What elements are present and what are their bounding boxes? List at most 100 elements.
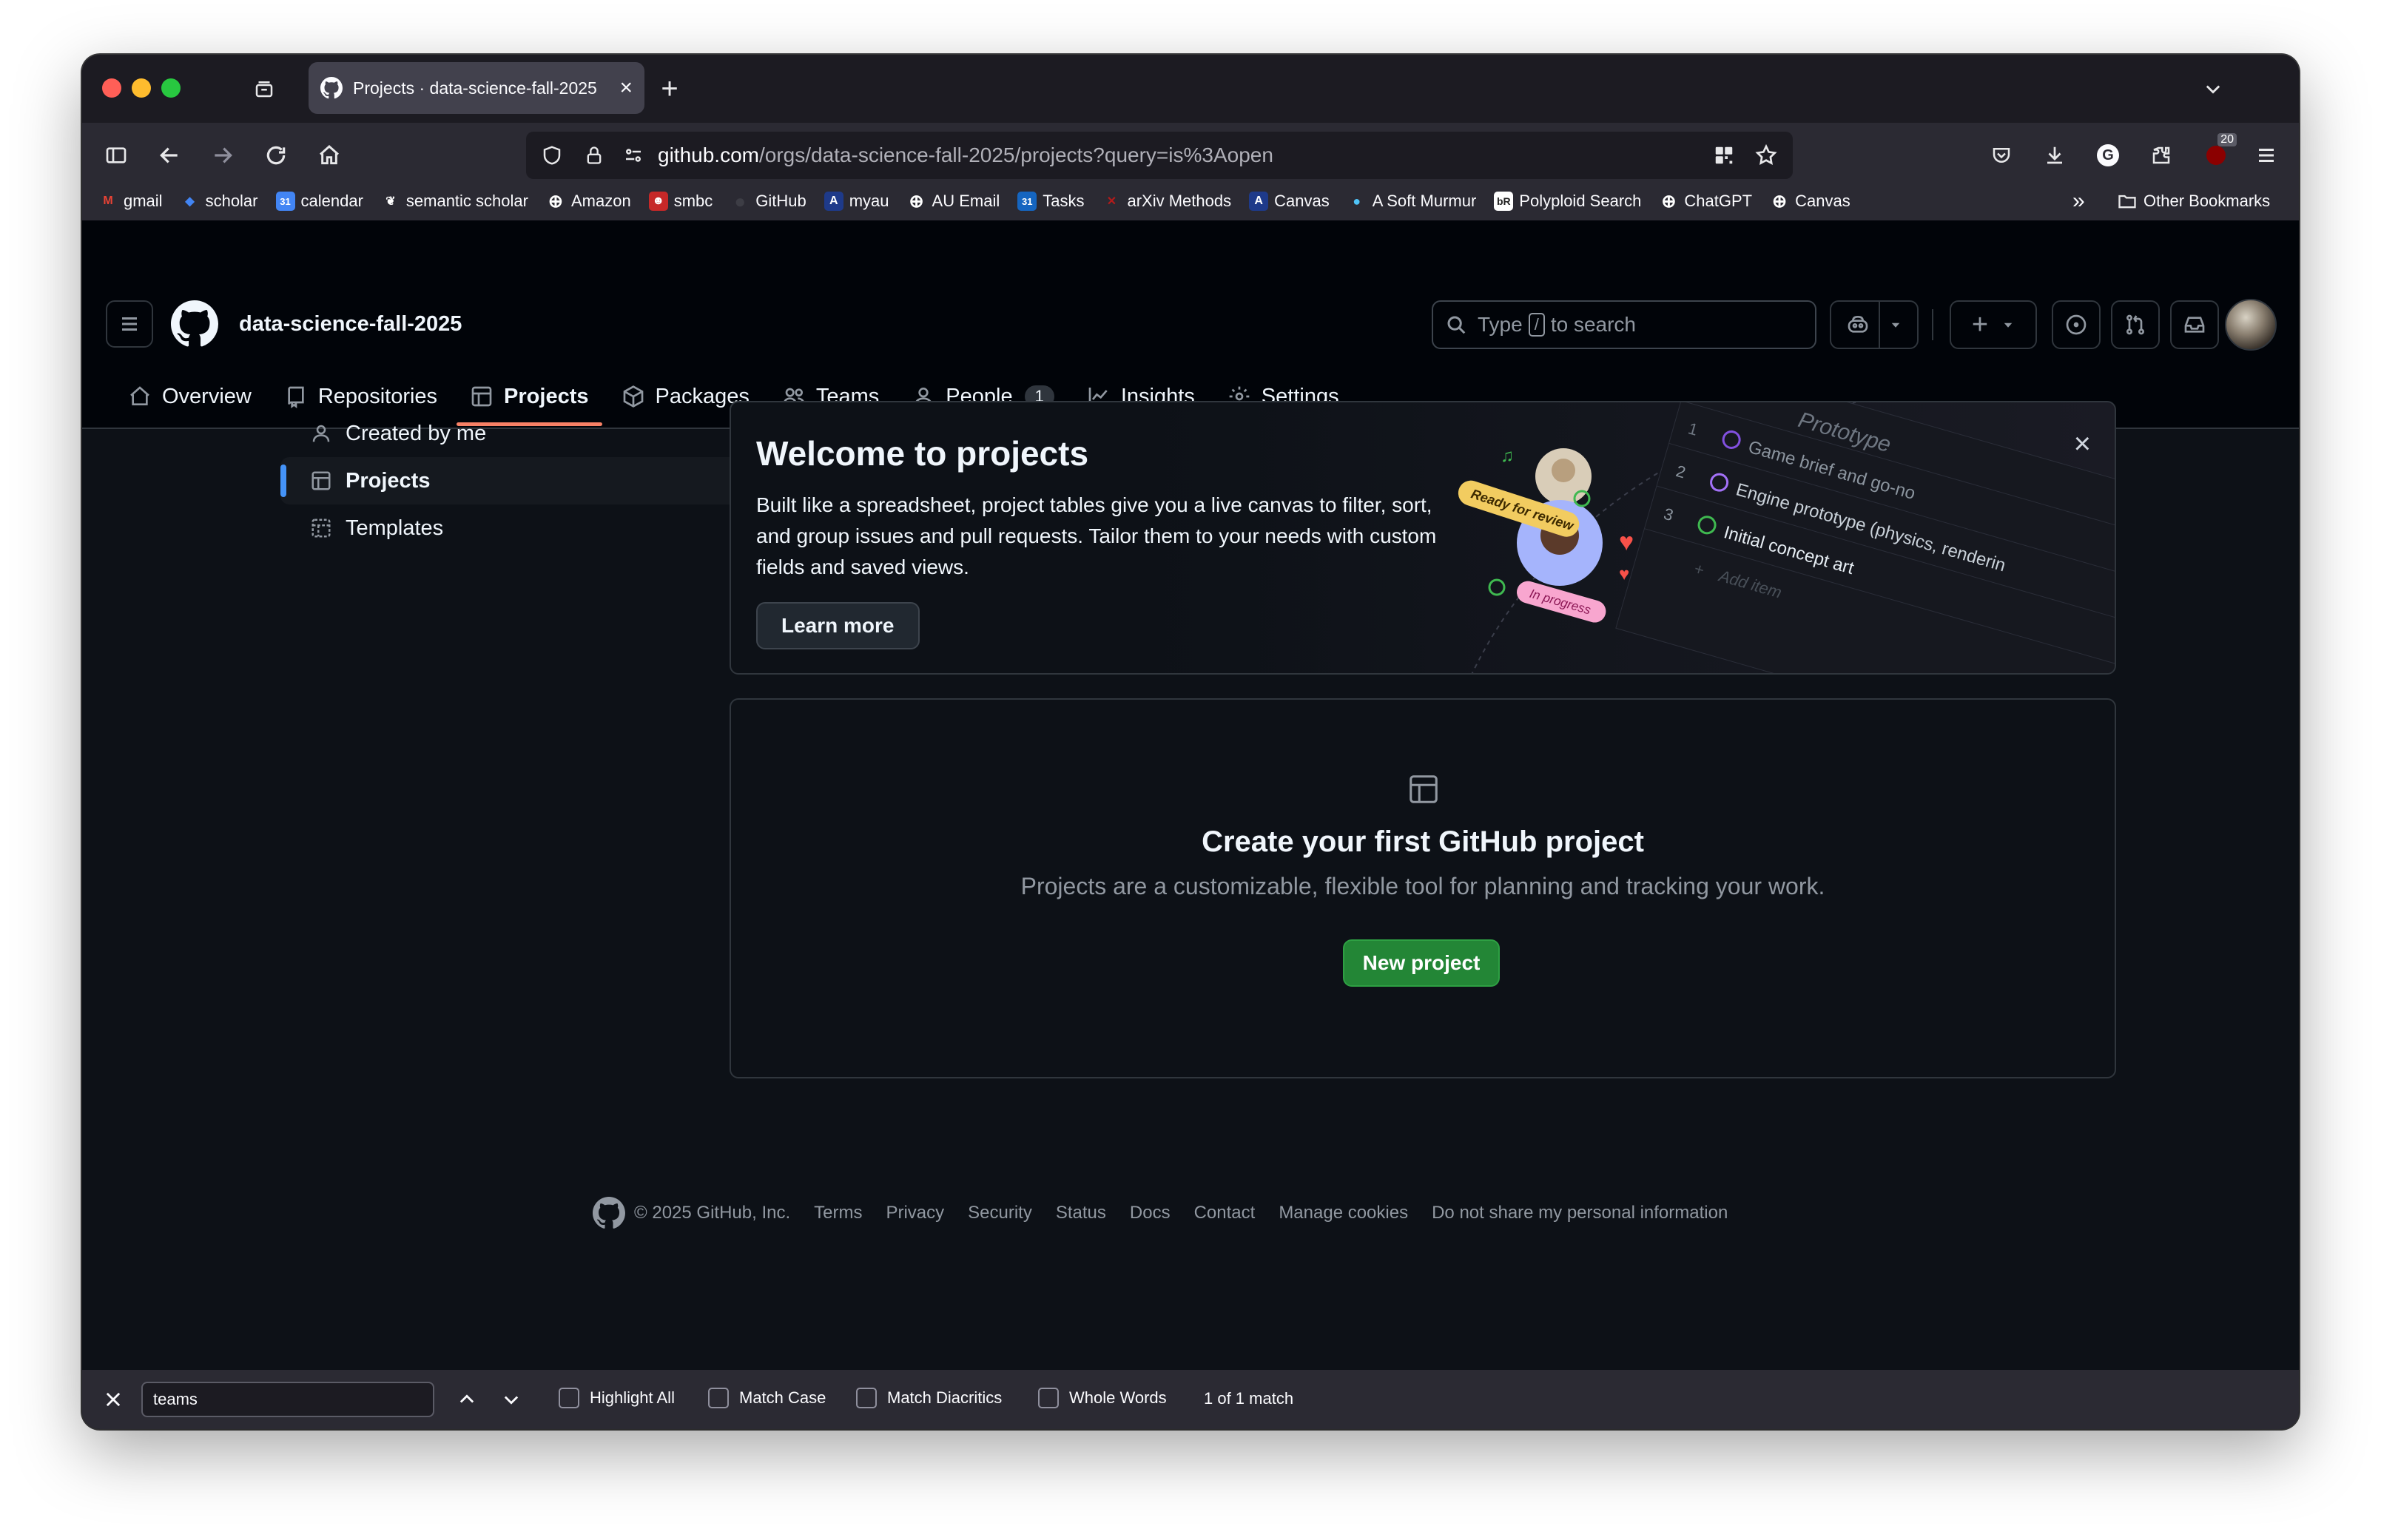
footer-link-do-not-share[interactable]: Do not share my personal information bbox=[1432, 1203, 1728, 1223]
tab-groups-icon[interactable] bbox=[249, 74, 279, 104]
tab-overview[interactable]: Overview bbox=[115, 367, 265, 426]
list-tabs-icon[interactable] bbox=[2198, 74, 2228, 104]
footer-link-security[interactable]: Security bbox=[968, 1203, 1032, 1223]
bookmark-item[interactable]: Mgmail bbox=[98, 192, 162, 211]
bookmark-item[interactable]: ✕ arXiv Methods bbox=[1102, 192, 1231, 211]
new-tab-icon[interactable]: + bbox=[653, 72, 686, 105]
tab-active[interactable]: Projects · data-science-fall-2025 × bbox=[309, 62, 644, 114]
bookmark-item[interactable]: ☻ smbc bbox=[648, 192, 713, 211]
home-icon[interactable] bbox=[314, 141, 344, 170]
extensions-icon[interactable] bbox=[2146, 141, 2176, 170]
url-text[interactable]: github.com/orgs/data-science-fall-2025/p… bbox=[658, 143, 1273, 167]
bookmark-item[interactable]: ● GitHub bbox=[730, 189, 806, 212]
copilot-button[interactable] bbox=[1830, 300, 1919, 349]
match-diacritics-checkbox[interactable]: Match Diacritics bbox=[856, 1388, 1002, 1408]
pocket-icon[interactable] bbox=[1987, 141, 2016, 170]
bookmark-item[interactable]: 31 calendar bbox=[275, 192, 363, 211]
inbox-button[interactable] bbox=[2170, 300, 2219, 349]
footer-link-manage-cookies[interactable]: Manage cookies bbox=[1279, 1203, 1408, 1223]
avatar[interactable] bbox=[2225, 299, 2277, 351]
minimize-window-button[interactable] bbox=[132, 78, 151, 98]
close-window-button[interactable] bbox=[102, 78, 121, 98]
whole-words-checkbox[interactable]: Whole Words bbox=[1038, 1388, 1167, 1408]
close-findbar-icon[interactable] bbox=[98, 1385, 128, 1414]
github-logo-icon[interactable] bbox=[593, 1197, 625, 1229]
find-input[interactable] bbox=[141, 1382, 434, 1417]
sidebar-item-created-by-me[interactable]: Created by me bbox=[280, 410, 754, 457]
footer-link-contact[interactable]: Contact bbox=[1194, 1203, 1256, 1223]
table-icon bbox=[311, 471, 331, 490]
close-banner-icon[interactable]: × bbox=[2074, 429, 2091, 459]
person-icon bbox=[312, 425, 330, 442]
bookmark-item[interactable]: A Canvas bbox=[1249, 192, 1330, 211]
footer-link-terms[interactable]: Terms bbox=[814, 1203, 862, 1223]
sidebar-toggle-icon[interactable] bbox=[101, 141, 131, 170]
bookmark-item[interactable]: ⊕ ChatGPT bbox=[1659, 191, 1752, 212]
globe-icon: ⊕ bbox=[1661, 191, 1677, 212]
gmail-icon: M bbox=[103, 195, 113, 207]
sidebar-item-templates[interactable]: Templates bbox=[280, 504, 754, 552]
polyploid-icon: bR bbox=[1494, 192, 1514, 211]
find-previous-icon[interactable] bbox=[452, 1385, 482, 1414]
bookmarks-toolbar: Mgmail ◆ scholar 31 calendar ❦ semantic sch… bbox=[82, 182, 2299, 220]
url-bar[interactable]: github.com/orgs/data-science-fall-2025/p… bbox=[526, 132, 1793, 179]
sidebar-item-projects[interactable]: Projects bbox=[280, 457, 754, 504]
bookmark-item[interactable]: ⊕ Amazon bbox=[546, 192, 631, 212]
github-header: data-science-fall-2025 Type / to search + bbox=[82, 220, 2299, 429]
github-icon: ● bbox=[734, 189, 747, 212]
grammarly-icon[interactable]: G bbox=[2093, 141, 2123, 170]
bookmark-item[interactable]: 31 Tasks bbox=[1017, 192, 1084, 211]
learn-more-button[interactable]: Learn more bbox=[756, 602, 920, 649]
pull-request-icon bbox=[2126, 314, 2144, 335]
svg-text:♥: ♥ bbox=[1619, 564, 1629, 584]
table-icon bbox=[1410, 775, 1438, 803]
create-new-button[interactable]: + bbox=[1950, 300, 2037, 349]
bookmark-item[interactable]: Amyau bbox=[824, 192, 889, 211]
bookmark-item[interactable]: ❦ semantic scholar bbox=[381, 192, 528, 211]
globe-icon: ⊕ bbox=[1772, 191, 1788, 212]
scholar-icon: ◆ bbox=[185, 195, 195, 208]
back-icon[interactable] bbox=[155, 141, 184, 170]
highlight-all-checkbox[interactable]: Highlight All bbox=[559, 1388, 675, 1408]
bookmark-item[interactable]: ⊕ Canvas bbox=[1770, 191, 1850, 212]
bookmark-item[interactable]: ⊕ AU Email bbox=[907, 192, 1000, 212]
plus-icon: + bbox=[1971, 308, 1989, 340]
footer-link-docs[interactable]: Docs bbox=[1130, 1203, 1171, 1223]
close-tab-icon[interactable]: × bbox=[619, 75, 633, 101]
permissions-icon[interactable] bbox=[622, 144, 644, 166]
hamburger-menu-icon[interactable] bbox=[106, 300, 153, 348]
arxiv-icon: ✕ bbox=[1106, 195, 1117, 208]
zoom-window-button[interactable] bbox=[161, 78, 181, 98]
footer-copyright: © 2025 GitHub, Inc. bbox=[634, 1203, 791, 1223]
chevron-down-icon bbox=[2004, 322, 2013, 328]
bookmark-item[interactable]: bR Polyploid Search bbox=[1494, 192, 1641, 211]
downloads-icon[interactable] bbox=[2040, 141, 2070, 170]
issues-button[interactable] bbox=[2052, 300, 2101, 349]
ublock-icon[interactable]: 20 bbox=[2198, 133, 2237, 173]
bookmark-item[interactable]: ● A Soft Murmur bbox=[1347, 192, 1476, 211]
table-icon bbox=[471, 386, 492, 407]
org-name[interactable]: data-science-fall-2025 bbox=[239, 312, 462, 337]
pull-requests-button[interactable] bbox=[2111, 300, 2160, 349]
banner-title: Welcome to projects bbox=[756, 434, 1089, 473]
qr-code-icon[interactable] bbox=[1713, 144, 1735, 166]
empty-state-title: Create your first GitHub project bbox=[1202, 825, 1644, 858]
match-case-checkbox[interactable]: Match Case bbox=[708, 1388, 826, 1408]
footer-link-status[interactable]: Status bbox=[1056, 1203, 1106, 1223]
bookmark-star-icon[interactable] bbox=[1754, 143, 1778, 167]
forward-icon[interactable] bbox=[208, 141, 238, 170]
folder-icon bbox=[2118, 195, 2136, 209]
other-bookmarks[interactable]: Other Bookmarks bbox=[2117, 191, 2270, 212]
shield-icon[interactable] bbox=[541, 144, 563, 166]
lock-icon[interactable] bbox=[584, 145, 604, 166]
bookmark-item[interactable]: ◆ scholar bbox=[181, 192, 257, 211]
find-next-icon[interactable] bbox=[496, 1385, 526, 1414]
search-input[interactable]: Type / to search bbox=[1432, 300, 1816, 349]
github-logo-icon[interactable] bbox=[171, 300, 218, 348]
bookmarks-overflow-icon[interactable]: » bbox=[2072, 189, 2085, 214]
menu-icon[interactable] bbox=[2252, 141, 2281, 170]
new-project-button[interactable]: New project bbox=[1343, 939, 1500, 987]
footer-link-privacy[interactable]: Privacy bbox=[886, 1203, 944, 1223]
reload-icon[interactable] bbox=[261, 141, 291, 170]
semantic-scholar-icon: ❦ bbox=[385, 195, 396, 208]
